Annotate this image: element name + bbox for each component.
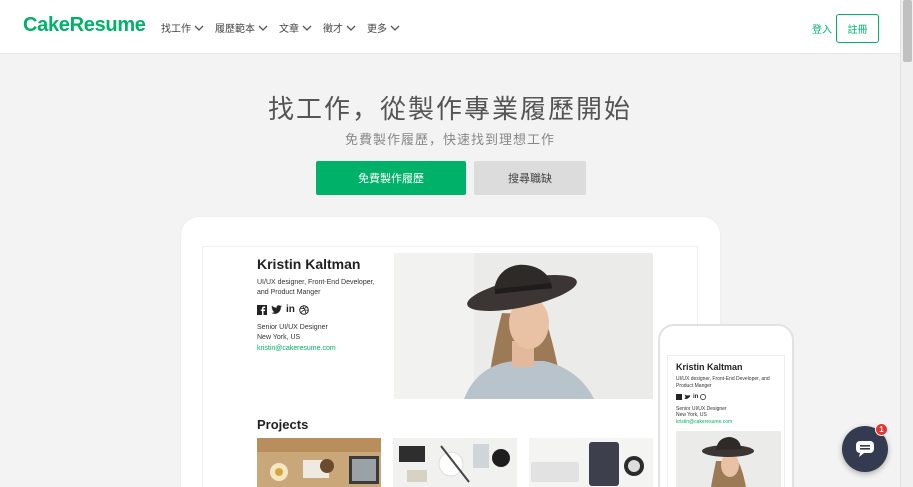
mobile-social-icons: in (676, 394, 707, 400)
chat-icon (856, 441, 874, 457)
menu-item-find-jobs[interactable]: 找工作 (161, 20, 204, 35)
menu-item-more[interactable]: 更多 (367, 20, 400, 35)
project-thumbnail (393, 438, 517, 487)
menu-item-label: 徵才 (323, 24, 343, 35)
hero-subtitle: 免費製作履歷，快速找到理想工作 (344, 133, 555, 148)
twitter-icon (271, 304, 282, 314)
linkedin-icon: in (286, 304, 295, 315)
chevron-down-icon (258, 25, 268, 31)
menu-item-resume-templates[interactable]: 履歷範本 (215, 20, 268, 35)
mobile-resume-location: New York, US (676, 412, 707, 418)
chevron-down-icon (346, 25, 356, 31)
menu-item-label: 更多 (367, 24, 387, 35)
chevron-down-icon (302, 25, 312, 31)
mobile-profile-photo (676, 431, 781, 487)
top-navbar: CakeResume 找工作 履歷範本 文章 徵才 更多 登入 註冊 (0, 0, 900, 54)
menu-item-label: 履歷範本 (215, 24, 255, 35)
resume-profile-photo (394, 253, 653, 399)
main-menu: 找工作 履歷範本 文章 徵才 更多 (161, 20, 400, 35)
page-scrollbar[interactable] (900, 0, 913, 487)
menu-item-label: 找工作 (161, 24, 191, 35)
resume-email: kristin@cakeresume.com (257, 345, 336, 352)
chevron-down-icon (390, 25, 400, 31)
login-link[interactable]: 登入 (812, 21, 832, 36)
resume-role: UI/UX designer, Front-End Developer, and… (257, 279, 375, 296)
menu-item-hiring[interactable]: 徵才 (323, 20, 356, 35)
mobile-resume-role: UI/UX designer, Front-End Developer, and… (676, 376, 770, 389)
mobile-resume-name: Kristin Kaltman (676, 362, 743, 372)
resume-social-icons: in (257, 304, 309, 315)
project-thumbnail (529, 438, 653, 487)
facebook-icon (676, 394, 682, 400)
twitter-icon (684, 394, 691, 399)
create-resume-button[interactable]: 免費製作履歷 (316, 161, 466, 195)
facebook-icon (257, 304, 267, 315)
project-thumbnail (257, 438, 381, 487)
signup-button[interactable]: 註冊 (836, 14, 879, 43)
resume-location: New York, US (257, 334, 301, 341)
menu-item-label: 文章 (279, 24, 299, 35)
linkedin-icon: in (693, 394, 699, 400)
resume-job-title: Senior UI/UX Designer (257, 324, 328, 331)
hero-title: 找工作，從製作專業履歷開始 (267, 95, 632, 125)
chevron-down-icon (194, 25, 204, 31)
resume-name: Kristin Kaltman (257, 256, 361, 272)
chat-notification-badge: 1 (875, 423, 888, 436)
scrollbar-thumb[interactable] (903, 0, 912, 62)
cakeresume-logo[interactable]: CakeResume (23, 14, 146, 37)
menu-item-articles[interactable]: 文章 (279, 20, 312, 35)
mobile-resume-email: kristin@cakeresume.com (676, 419, 733, 425)
projects-heading: Projects (257, 417, 309, 432)
search-jobs-button[interactable]: 搜尋職缺 (474, 161, 586, 195)
dribbble-icon (700, 394, 707, 400)
dribbble-icon (299, 304, 309, 315)
